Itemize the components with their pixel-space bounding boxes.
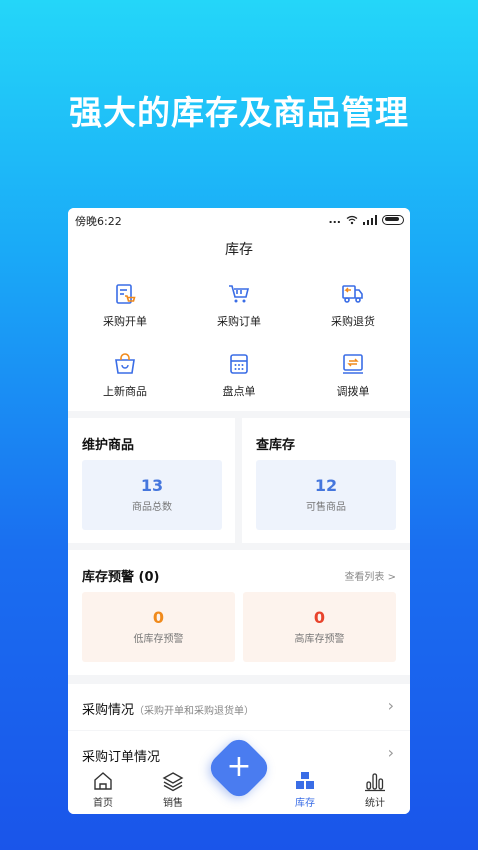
stock-alert-card: 库存预警 (0) 查看列表 > 0 低库存预警 0 高库存预警 (68, 550, 410, 675)
grid-item-label: 采购开单 (103, 315, 147, 328)
card-title: 库存预警 (0) (82, 570, 160, 585)
bar-chart-icon (365, 773, 385, 792)
stat-value: 0 (313, 608, 326, 627)
grid-item-label: 采购订单 (217, 315, 261, 328)
grid-item-purchase-return[interactable]: 采购退货 (303, 282, 403, 329)
stat-caption: 低库存预警 (133, 634, 184, 645)
tab-home[interactable]: 首页 (73, 770, 133, 809)
view-list-link[interactable]: 查看列表 > (344, 568, 396, 583)
grid-item-purchase-bill[interactable]: 采购开单 (75, 282, 175, 329)
grid-item-label: 上新商品 (103, 385, 147, 398)
status-time: 傍晚6:22 (75, 215, 122, 228)
tab-label: 销售 (163, 798, 183, 809)
grid-item-transfer[interactable]: 调拨单 (303, 352, 403, 399)
transfer-icon (343, 354, 363, 374)
total-products-stat[interactable]: 13 商品总数 (82, 460, 222, 530)
grid-item-label: 盘点单 (222, 385, 256, 398)
home-icon (94, 772, 112, 790)
page-title: 库存 (68, 232, 410, 268)
purchase-status-row[interactable]: 采购情况（采购开单和采购退货单） › (68, 684, 410, 730)
tab-statistics[interactable]: 统计 (345, 770, 405, 809)
status-icons: ... (328, 213, 404, 226)
boxes-icon (296, 772, 314, 789)
card-title: 查库存 (256, 438, 296, 453)
row-subtitle: （采购开单和采购退货单） (134, 706, 255, 717)
promo-headline: 强大的库存及商品管理 (69, 93, 409, 132)
battery-icon (382, 214, 404, 225)
high-stock-alert-stat[interactable]: 0 高库存预警 (243, 592, 396, 662)
card-title: 维护商品 (82, 438, 135, 453)
return-truck-icon (342, 285, 363, 303)
plus-icon[interactable]: + (215, 744, 263, 792)
phone-screen: 傍晚6:22 ... 库存 采购开单 采购订单 采购退货 上新商品 盘点单 调拨… (68, 208, 410, 814)
grid-item-label: 采购退货 (331, 315, 375, 328)
tab-label: 库存 (295, 798, 315, 809)
more-dots-icon: ... (328, 213, 341, 226)
row-title: 采购情况（采购开单和采购退货单） (82, 699, 254, 718)
grid-item-purchase-order[interactable]: 采购订单 (189, 282, 289, 329)
wifi-icon (346, 215, 358, 224)
status-bar: 傍晚6:22 ... (68, 208, 410, 232)
stat-value: 12 (314, 476, 338, 495)
chevron-right-icon: › (387, 696, 394, 715)
stat-caption: 商品总数 (132, 502, 172, 513)
row-title: 采购订单情况 (82, 750, 161, 765)
signal-icon (363, 214, 377, 225)
stat-caption: 可售商品 (306, 502, 346, 513)
calculator-icon (230, 354, 248, 374)
low-stock-alert-stat[interactable]: 0 低库存预警 (82, 592, 235, 662)
maintain-products-card[interactable]: 维护商品 13 商品总数 (68, 418, 235, 543)
shopping-bag-icon (115, 353, 135, 374)
chevron-right-icon: › (387, 743, 394, 762)
quick-actions-grid: 采购开单 采购订单 采购退货 上新商品 盘点单 调拨单 (68, 268, 410, 411)
tab-sales[interactable]: 销售 (143, 770, 203, 809)
grid-item-label: 调拨单 (336, 385, 370, 398)
stat-value: 13 (140, 476, 164, 495)
sellable-products-stat[interactable]: 12 可售商品 (256, 460, 396, 530)
stat-value: 0 (152, 608, 165, 627)
grid-item-stocktake[interactable]: 盘点单 (189, 352, 289, 399)
stat-caption: 高库存预警 (294, 634, 345, 645)
tab-inventory[interactable]: 库存 (275, 770, 335, 809)
layers-icon (162, 772, 184, 792)
purchase-bill-icon (116, 284, 136, 304)
check-stock-card[interactable]: 查库存 12 可售商品 (242, 418, 410, 543)
row-title-text: 采购情况 (82, 703, 135, 718)
tab-label: 统计 (365, 798, 385, 809)
cart-icon (229, 285, 250, 303)
tab-label: 首页 (93, 798, 113, 809)
grid-item-new-product[interactable]: 上新商品 (75, 352, 175, 399)
